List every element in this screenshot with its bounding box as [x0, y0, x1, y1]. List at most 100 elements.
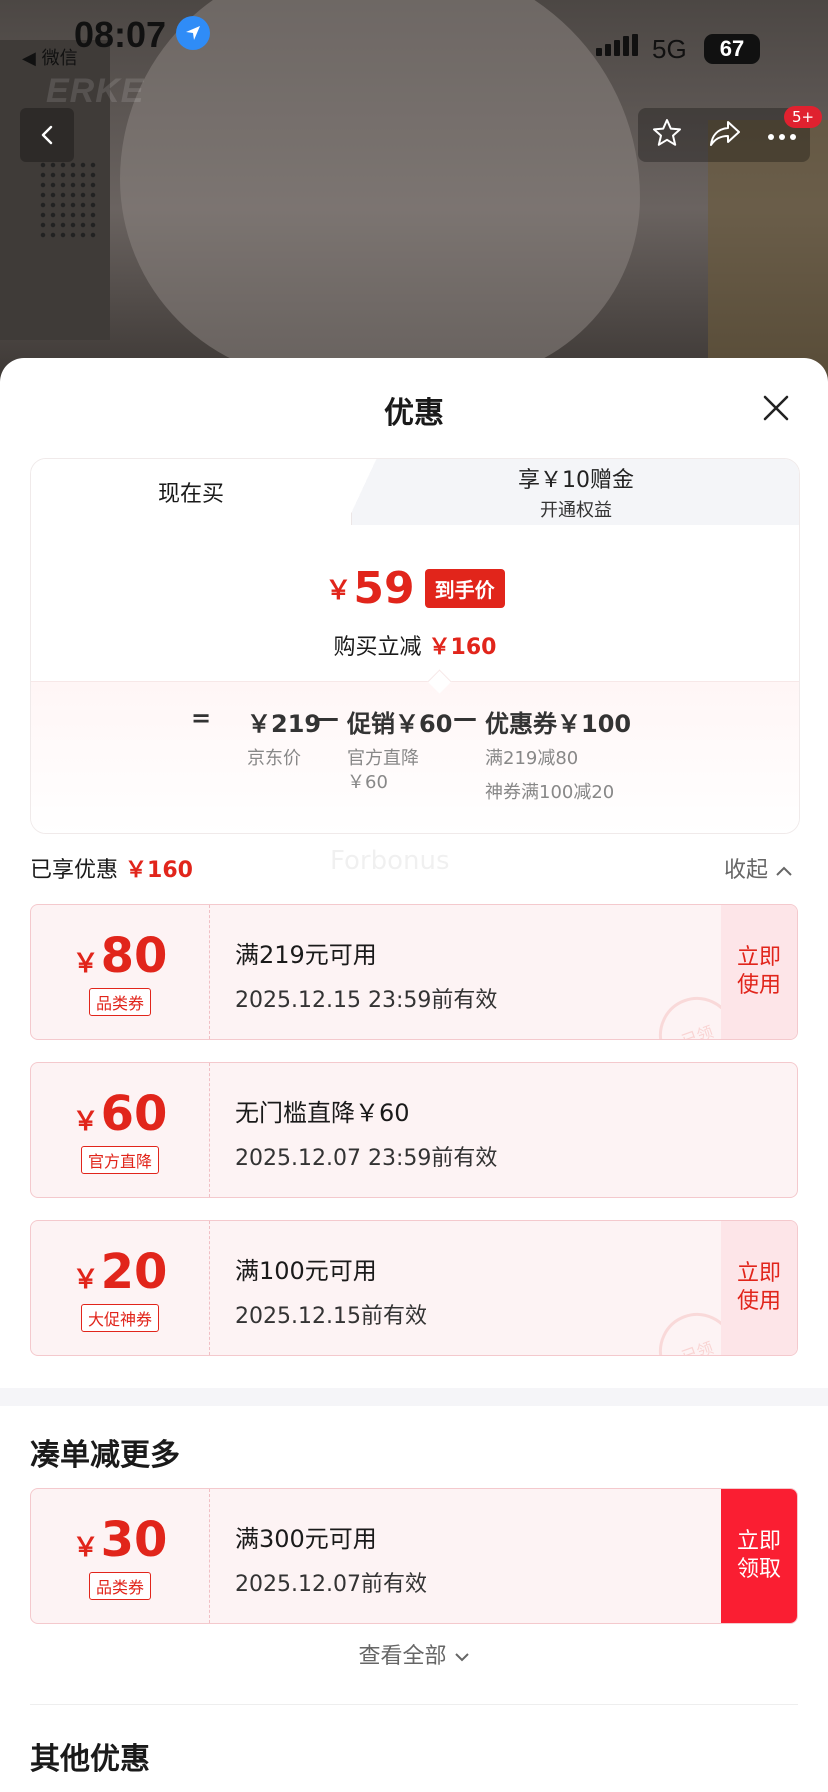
- formula-promo: 促销￥60: [347, 710, 453, 738]
- use-coupon-button[interactable]: 立即 使用: [721, 905, 797, 1039]
- section-divider: [0, 1388, 828, 1406]
- chevron-left-icon: [41, 125, 53, 145]
- hero-locker-vent: [38, 160, 98, 240]
- coupon-type: 品类券: [88, 988, 151, 1016]
- claim-coupon-button[interactable]: 立即 领取: [721, 1489, 797, 1623]
- chevron-down-icon: [454, 1653, 469, 1662]
- coupon-detail-1: 满219减80: [485, 748, 579, 769]
- enjoyed-label: 已享优惠: [30, 858, 119, 883]
- coupon-expiry: 2025.12.07前有效: [235, 1572, 427, 1597]
- coupon-condition: 满300元可用: [235, 1525, 377, 1553]
- coupon-currency: ￥: [72, 1107, 99, 1137]
- coupon-amount: 20: [100, 1244, 168, 1300]
- share-icon: [709, 121, 740, 146]
- coupon-detail-2: 神券满100减20: [485, 782, 615, 803]
- more-button[interactable]: [767, 126, 797, 145]
- message-badge: 5+: [784, 106, 822, 128]
- promo-value: ￥60: [347, 772, 388, 793]
- coupon-currency: ￥: [72, 949, 99, 979]
- back-button[interactable]: [20, 108, 74, 162]
- watermark: Forbonus: [330, 846, 450, 876]
- favorite-button[interactable]: [651, 117, 683, 153]
- coupon-currency: ￥: [72, 1533, 99, 1563]
- tab-divider: [331, 459, 391, 525]
- tab-buy-now[interactable]: 现在买: [31, 459, 351, 525]
- button-line: 使用: [736, 1289, 781, 1314]
- signal-icon: [596, 34, 638, 56]
- coupon-value: ￥ 60 官方直降: [31, 1063, 210, 1197]
- saving-line: 购买立减 ￥160: [31, 629, 799, 661]
- coupon-expiry: 2025.12.15前有效: [235, 1304, 427, 1329]
- button-line: 立即: [736, 1529, 781, 1554]
- base-price-label: 京东价: [247, 748, 301, 769]
- coupon-card: ￥ 20 大促神券 满100元可用 2025.12.15前有效 已领 立即 使用: [30, 1220, 798, 1356]
- coupon-currency: ￥: [72, 1265, 99, 1295]
- coupon-condition: 满100元可用: [235, 1257, 377, 1285]
- tab-bonus-label: 享￥10赠金: [518, 468, 634, 493]
- view-all-label: 查看全部: [358, 1644, 447, 1669]
- sheet-title: 优惠: [384, 396, 444, 431]
- coupon-value: ￥ 30 品类券: [31, 1489, 210, 1623]
- button-line: 立即: [736, 1261, 781, 1286]
- coupon-info: 无门槛直降￥60 2025.12.07 23:59前有效: [235, 1093, 497, 1172]
- status-time: 08:07: [74, 14, 167, 55]
- coupon-expiry: 2025.12.07 23:59前有效: [235, 1146, 498, 1171]
- saving-label: 购买立减: [333, 635, 422, 660]
- close-button[interactable]: [758, 390, 794, 426]
- divider-line: [30, 1704, 798, 1705]
- enjoyed-discount: 已享优惠 ￥160: [30, 852, 193, 884]
- coupon-value: ￥ 20 大促神券: [31, 1221, 210, 1355]
- formula-minus: —: [453, 704, 477, 732]
- use-coupon-button[interactable]: 立即 使用: [721, 1221, 797, 1355]
- coupon-info: 满300元可用 2025.12.07前有效: [235, 1519, 427, 1598]
- view-all-button[interactable]: 查看全部: [0, 1638, 828, 1670]
- chevron-up-icon: [776, 866, 792, 876]
- price-breakdown-card: 现在买 享￥10赠金 开通权益 ￥ 59 到手价 购买立减 ￥160 = ￥21…: [30, 458, 800, 834]
- coupon-amount: 30: [100, 1512, 168, 1568]
- coupon-type: 品类券: [88, 1572, 151, 1600]
- coupon-expiry: 2025.12.15 23:59前有效: [235, 988, 498, 1013]
- coupon-type: 官方直降: [80, 1146, 159, 1174]
- promo-label: 官方直降: [347, 748, 419, 769]
- formula-equals: =: [191, 704, 212, 732]
- coupon-info: 满100元可用 2025.12.15前有效: [235, 1251, 427, 1330]
- section-title-more: 凑单减更多: [30, 1438, 180, 1473]
- star-icon: [652, 119, 681, 146]
- button-line: 使用: [736, 973, 781, 998]
- back-to-app-link[interactable]: ◀ 微信: [22, 44, 78, 70]
- battery-icon: 67: [704, 34, 760, 64]
- coupon-card: ￥ 30 品类券 满300元可用 2025.12.07前有效 立即 领取: [30, 1488, 798, 1624]
- final-price-tag: 到手价: [424, 569, 505, 608]
- final-price-amount: 59: [353, 563, 415, 614]
- coupon-amount: 80: [100, 928, 168, 984]
- coupon-value: ￥ 80 品类券: [31, 905, 210, 1039]
- button-line: 立即: [736, 945, 781, 970]
- status-bar: 08:07 5G 67: [0, 14, 828, 64]
- coupon-condition: 满219元可用: [235, 941, 377, 969]
- location-arrow-icon: [176, 16, 210, 50]
- more-dots-icon: [768, 133, 797, 140]
- coupon-type: 大促神券: [80, 1304, 159, 1332]
- enjoyed-amount: ￥160: [125, 858, 193, 883]
- final-price: ￥ 59 到手价: [31, 563, 799, 614]
- coupon-info: 满219元可用 2025.12.15 23:59前有效: [235, 935, 497, 1014]
- formula-minus: —: [315, 704, 339, 732]
- formula-base-price: ￥219: [247, 710, 322, 738]
- discount-sheet: 优惠 现在买 享￥10赠金 开通权益 ￥ 59 到手价 购买立减 ￥160 = …: [0, 358, 828, 1792]
- close-icon: [763, 395, 789, 421]
- price-formula: = ￥219 — 促销￥60 — 优惠券￥100 京东价 官方直降 ￥60 满2…: [31, 681, 799, 833]
- network-type: 5G: [652, 34, 687, 64]
- coupon-condition: 无门槛直降￥60: [235, 1099, 410, 1127]
- section-title-other: 其他优惠: [30, 1742, 150, 1777]
- formula-coupon: 优惠券￥100: [485, 710, 632, 738]
- share-button[interactable]: [708, 117, 742, 153]
- brand-logo: ERKE: [46, 72, 145, 110]
- tab-bonus-sub: 开通权益: [540, 500, 612, 521]
- tab-bonus[interactable]: 享￥10赠金 开通权益: [351, 459, 799, 525]
- coupon-card: ￥ 60 官方直降 无门槛直降￥60 2025.12.07 23:59前有效: [30, 1062, 798, 1198]
- collapse-label: 收起: [724, 858, 769, 883]
- button-line: 领取: [736, 1557, 781, 1582]
- final-price-currency: ￥: [325, 576, 352, 606]
- collapse-button[interactable]: 收起: [724, 852, 793, 884]
- coupon-amount: 60: [100, 1086, 168, 1142]
